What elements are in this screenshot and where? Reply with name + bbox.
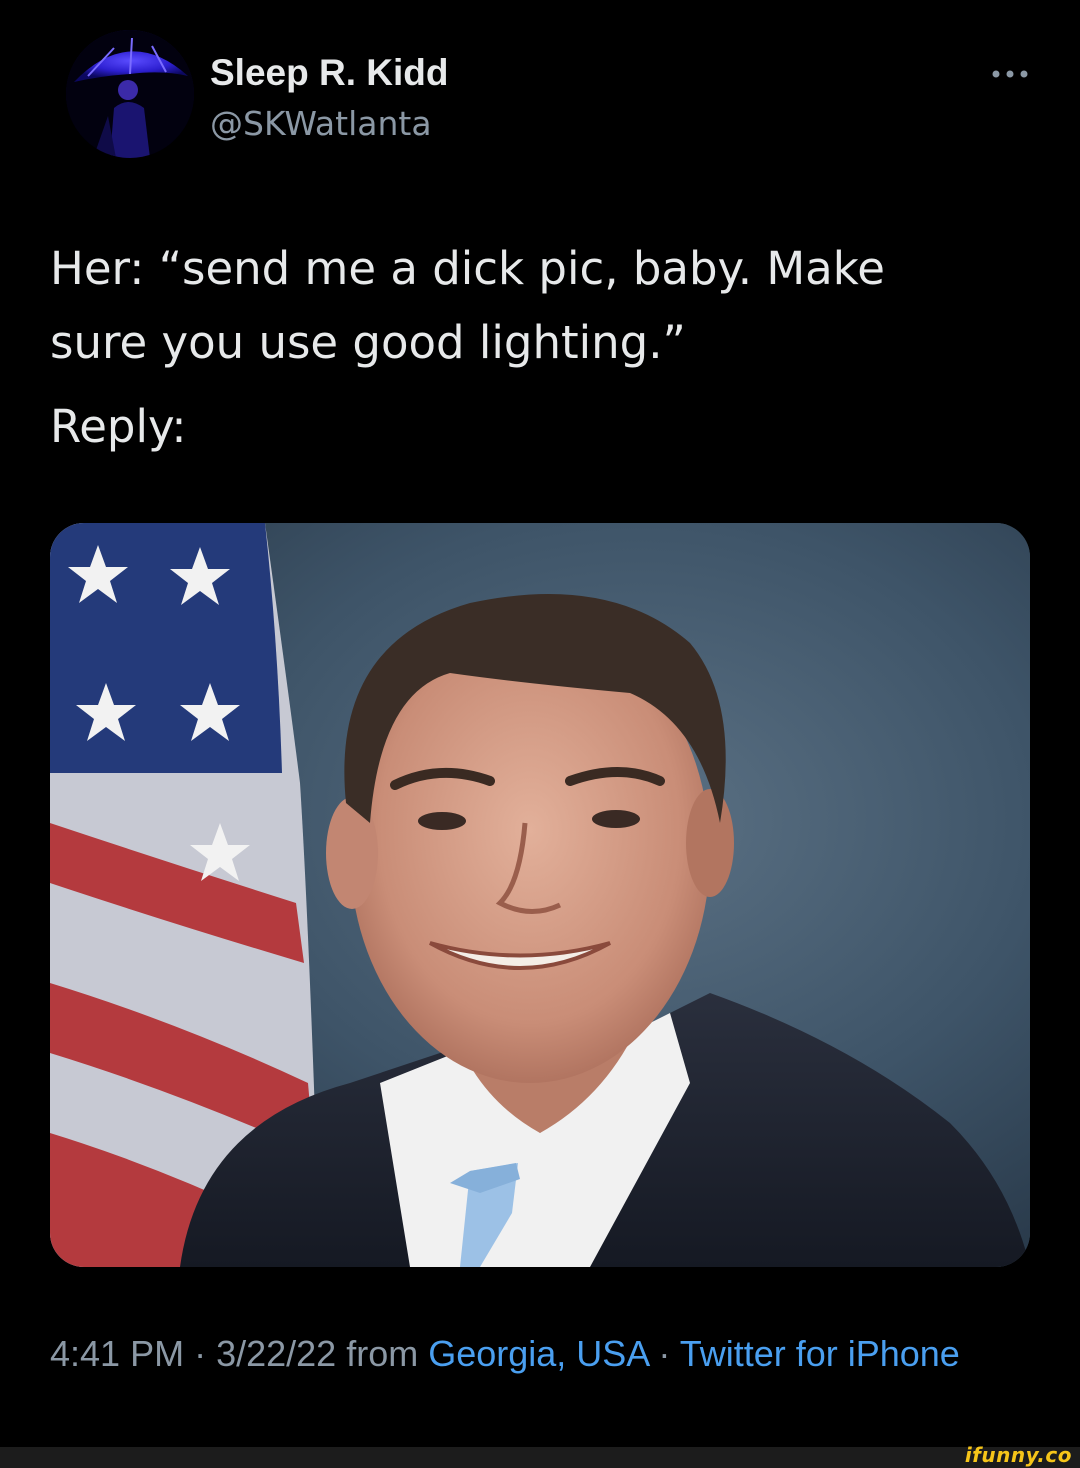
portrait-photo-icon <box>50 523 1030 1267</box>
meta-separator: · <box>184 1333 217 1374</box>
tweet-text-line: sure you use good lighting.” <box>50 316 686 369</box>
tweet-time: 4:41 PM <box>50 1333 185 1374</box>
bottom-bar <box>0 1447 1080 1468</box>
author-avatar[interactable] <box>66 30 194 158</box>
author-display-name[interactable]: Sleep R. Kidd <box>210 52 448 94</box>
tweet-media-photo[interactable] <box>50 523 1030 1267</box>
author-handle[interactable]: @SKWatlanta <box>210 104 432 143</box>
tweet-source-link[interactable]: Twitter for iPhone <box>680 1333 960 1374</box>
profile-avatar-icon <box>66 30 194 158</box>
tweet-location-link[interactable]: Georgia, USA <box>428 1333 648 1374</box>
meta-separator: · <box>648 1333 680 1374</box>
tweet-text-line: Reply: <box>50 400 187 453</box>
more-options-icon[interactable] <box>984 58 1036 90</box>
tweet-text: Her: “send me a dick pic, baby. Make sur… <box>50 232 1050 464</box>
tweet-text-line: Her: “send me a dick pic, baby. Make <box>50 242 885 295</box>
watermark: ifunny.co <box>964 1443 1072 1467</box>
meta-from: from <box>336 1333 429 1374</box>
tweet-date[interactable]: 3/22/22 <box>216 1333 336 1374</box>
tweet-meta: 4:41 PM · 3/22/22 from Georgia, USA · Tw… <box>50 1328 1030 1380</box>
